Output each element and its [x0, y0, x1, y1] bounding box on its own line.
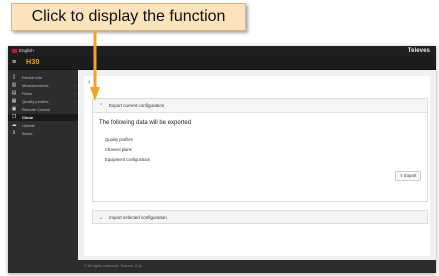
- sidebar-item-label: Update: [22, 123, 35, 128]
- device-icon: ▯: [12, 74, 16, 80]
- plans-icon: ▤: [11, 90, 17, 96]
- menu-icon[interactable]: ≡: [12, 59, 16, 67]
- sidebar-item-label: Device info: [22, 75, 42, 80]
- export-item: Quality profiles: [105, 137, 133, 142]
- sidebar-item-label: Plans: [22, 91, 33, 96]
- chevron-right-icon: ›: [73, 91, 75, 96]
- page: English Televes ≡ H30 ▯ Device info ▥ Me…: [0, 0, 439, 276]
- sidebar-item-label: Quality profiles: [22, 99, 49, 104]
- chevron-up-icon: ⌃: [99, 103, 104, 109]
- export-panel-title: Export current configuration: [109, 103, 165, 108]
- top-bar: English Televes: [8, 46, 436, 56]
- sidebar-item-device-info[interactable]: ▯ Device info: [8, 74, 78, 81]
- language-selector[interactable]: English: [19, 48, 34, 53]
- sidebar-item-label: Clone: [22, 115, 34, 120]
- export-panel-header[interactable]: ⌃ Export current configuration: [93, 99, 427, 113]
- clone-icon: ❐: [11, 114, 17, 120]
- export-item: Channel plans: [105, 147, 132, 152]
- remote-icon: ▣: [11, 106, 17, 112]
- product-logo: H30: [26, 59, 40, 66]
- sidebar-item-clone[interactable]: ❐ Clone: [8, 114, 78, 122]
- sidebar-item-remote-control[interactable]: ▣ Remote Control: [8, 106, 78, 113]
- sidebar-item-about[interactable]: ℹ About: [8, 130, 78, 137]
- callout-label: Click to display the function: [11, 3, 246, 31]
- measurements-icon: ▥: [11, 82, 17, 88]
- info-icon: ℹ: [13, 130, 15, 136]
- sidebar-item-quality-profiles[interactable]: ▦ Quality profiles ›: [8, 98, 78, 105]
- quality-icon: ▦: [11, 98, 17, 104]
- export-icon: ⇪: [399, 173, 404, 178]
- footer: © All rights reserved. Televes, S.A.: [78, 260, 436, 273]
- brand-logo: Televes: [407, 47, 430, 54]
- sidebar-item-update[interactable]: ☁ Update: [8, 122, 78, 129]
- chevron-down-icon: ⌄: [99, 215, 104, 221]
- chevron-right-icon: ›: [73, 83, 75, 88]
- back-chevron-icon[interactable]: ‹: [88, 79, 90, 87]
- flag-icon[interactable]: [12, 49, 17, 53]
- sidebar-item-measurements[interactable]: ▥ Measurements ›: [8, 82, 78, 89]
- import-panel-title: Import selected configuration: [109, 215, 167, 220]
- export-button-label: Export: [404, 173, 417, 178]
- export-panel: ⌃ Export current configuration The follo…: [92, 98, 428, 202]
- sidebar-item-label: About: [22, 131, 33, 136]
- cloud-upload-icon: ☁: [11, 122, 17, 128]
- content-card: ‹ ⌃ Export current configuration The fol…: [84, 76, 430, 256]
- import-panel[interactable]: ⌄ Import selected configuration: [92, 210, 428, 224]
- header: ≡ H30: [8, 56, 436, 70]
- sidebar: ▯ Device info ▥ Measurements › ▤ Plans ›…: [8, 70, 78, 273]
- export-item: Equipment configuration: [105, 157, 151, 162]
- main-area: ‹ ⌃ Export current configuration The fol…: [78, 70, 436, 260]
- application-window: English Televes ≡ H30 ▯ Device info ▥ Me…: [8, 46, 436, 273]
- copyright-text: © All rights reserved. Televes, S.A.: [84, 264, 143, 268]
- export-description: The following data will be exported: [99, 120, 192, 126]
- sidebar-item-label: Remote Control: [22, 107, 51, 112]
- export-button[interactable]: ⇪ Export: [395, 171, 421, 181]
- sidebar-item-plans[interactable]: ▤ Plans ›: [8, 90, 78, 97]
- sidebar-item-label: Measurements: [22, 83, 49, 88]
- chevron-right-icon: ›: [73, 99, 75, 104]
